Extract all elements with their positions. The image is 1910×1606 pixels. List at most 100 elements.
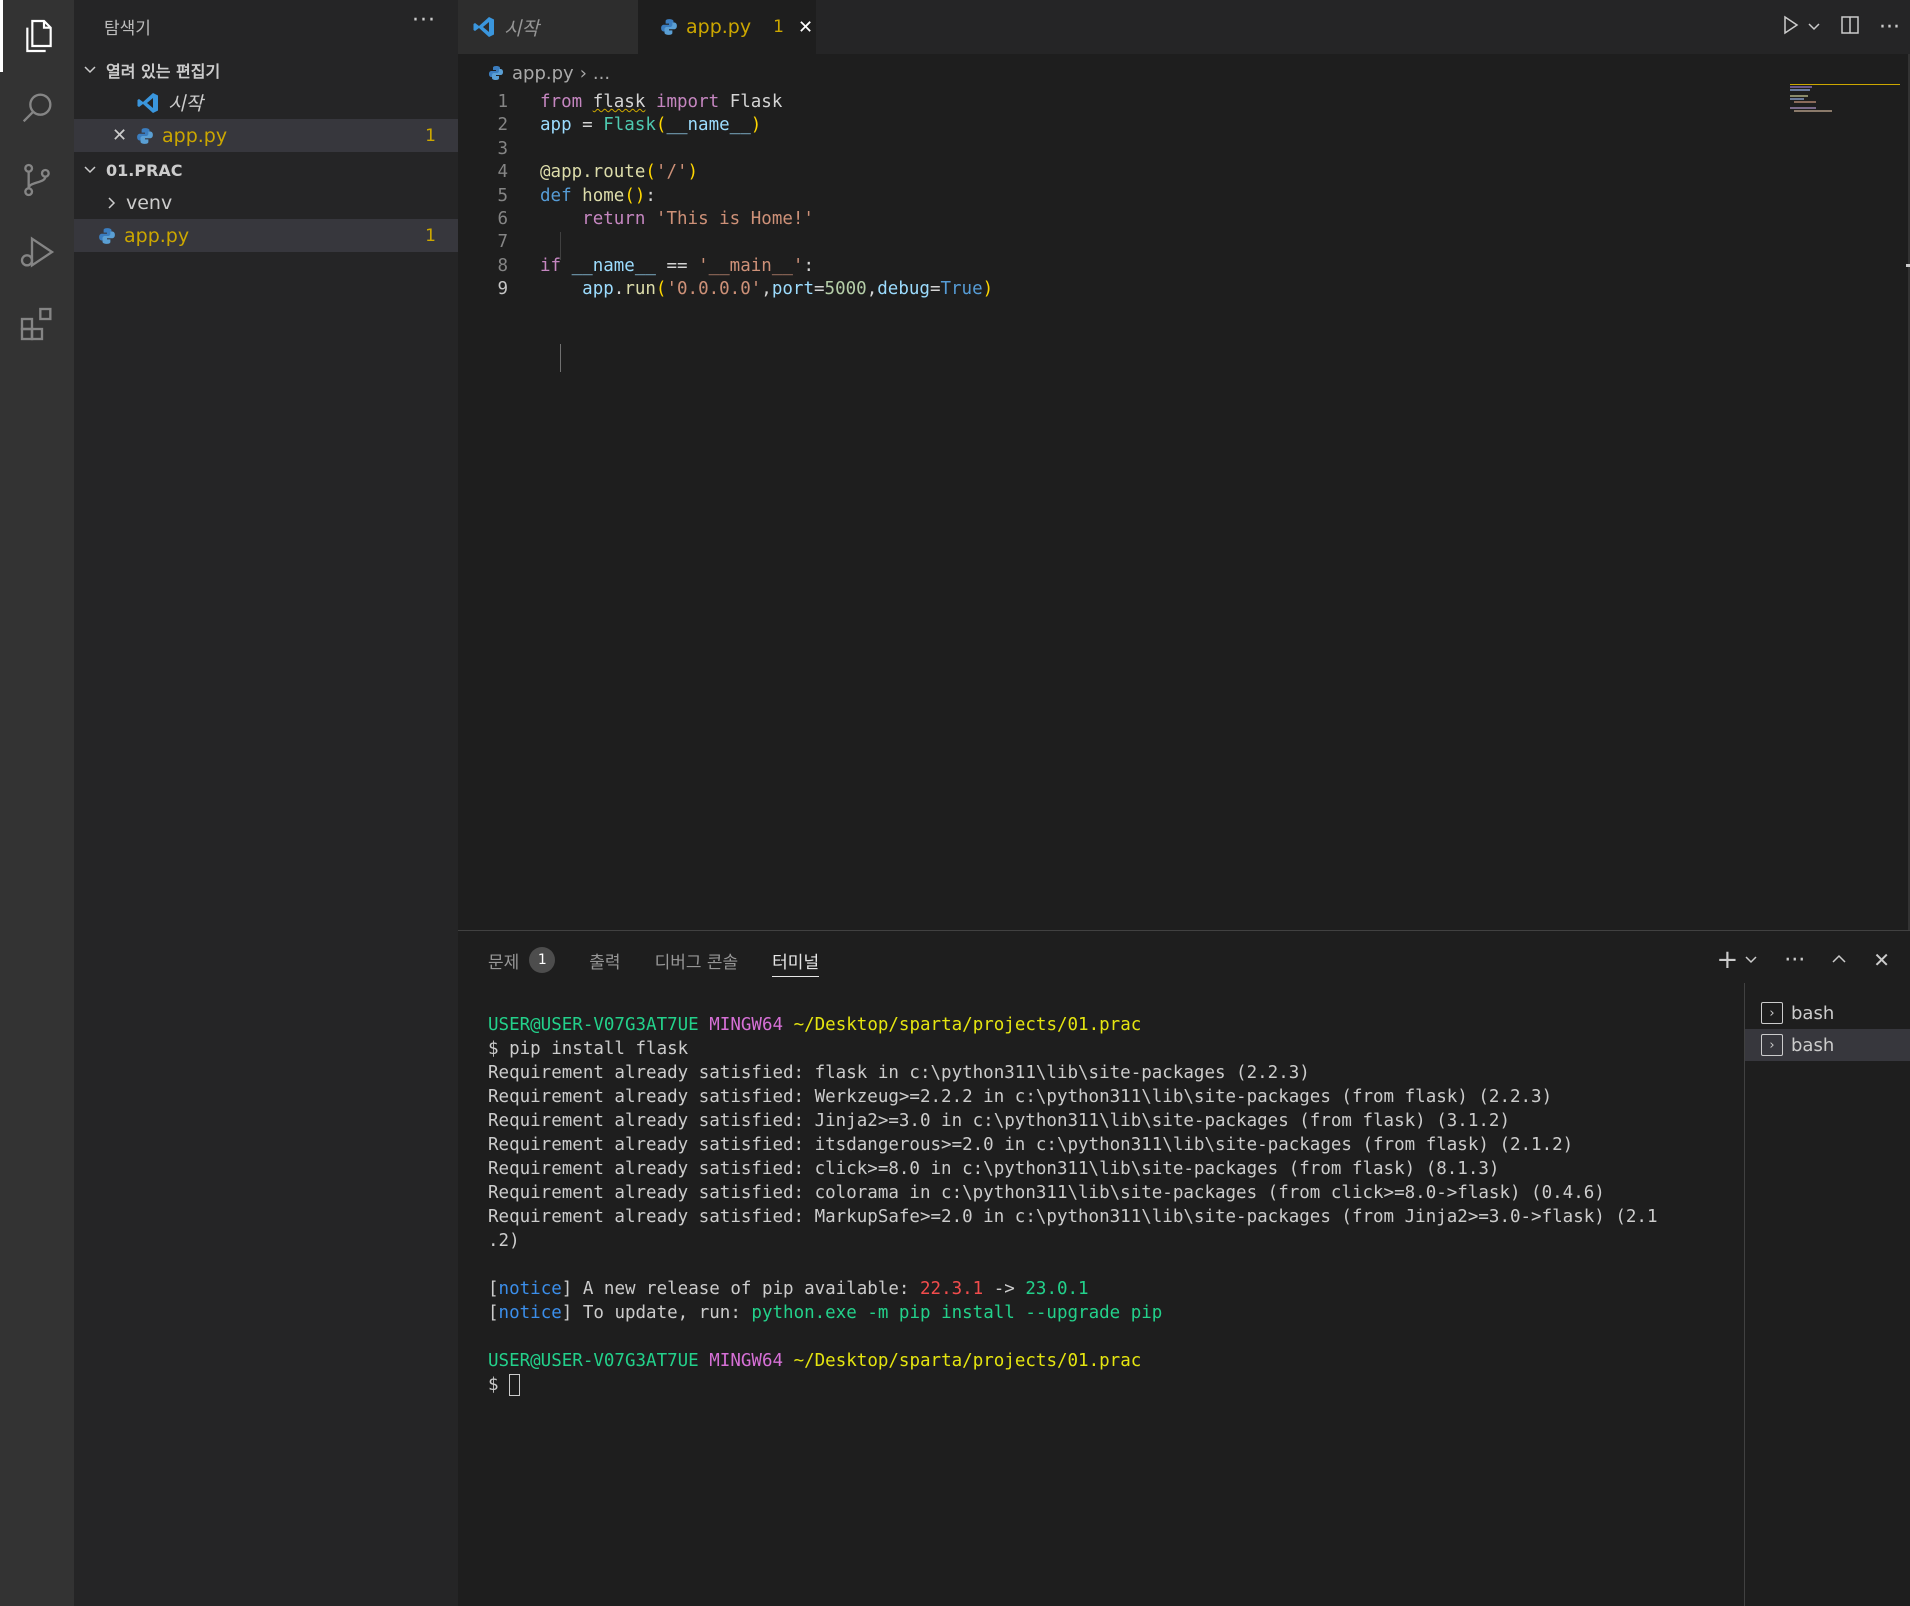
- folder-section[interactable]: 01.PRAC: [74, 154, 458, 186]
- run-file-icon[interactable]: [1779, 14, 1801, 41]
- terminal-line: [notice] To update, run: python.exe -m p…: [488, 1303, 1163, 1323]
- folder-header: 01.PRAC: [106, 160, 183, 180]
- breadcrumb-separator: ›: [579, 62, 587, 84]
- split-editor-icon[interactable]: [1839, 14, 1861, 41]
- chevron-down-icon: [74, 163, 106, 177]
- terminal-line: [notice] A new release of pip available:…: [488, 1279, 1089, 1299]
- terminal-line: Requirement already satisfied: click>=8.…: [488, 1159, 1500, 1179]
- source-control-icon[interactable]: [0, 144, 74, 216]
- tab-problems[interactable]: 문제 1: [488, 931, 556, 989]
- new-terminal-plus-icon[interactable]: +: [1716, 945, 1738, 975]
- explorer-icon[interactable]: [0, 0, 74, 72]
- editor-scrollbar[interactable]: [1898, 54, 1910, 930]
- python-file-icon: [99, 227, 115, 244]
- tab-label: 출력: [589, 952, 621, 973]
- tab-label: 디버그 콘솔: [654, 952, 739, 973]
- terminal-line: Requirement already satisfied: Jinja2>=3…: [488, 1111, 1510, 1131]
- python-file-icon: [137, 127, 153, 144]
- breadcrumb-symbol[interactable]: ...: [593, 63, 610, 84]
- terminal-line: Requirement already satisfied: colorama …: [488, 1183, 1605, 1203]
- terminal-item-bash[interactable]: › bash: [1745, 1029, 1910, 1061]
- line-number: 1: [497, 92, 508, 112]
- sidebar-more-button[interactable]: ···: [412, 8, 436, 33]
- panel-tabs: 문제 1 출력 디버그 콘솔 터미널: [488, 931, 819, 989]
- open-editor-item-app-py[interactable]: ✕ app.py 1: [74, 119, 458, 152]
- sidebar-title: 탐색기: [104, 19, 151, 39]
- tree-item-label: venv: [126, 191, 173, 214]
- open-editor-item-welcome[interactable]: 시작: [74, 86, 458, 119]
- tree-item-venv[interactable]: venv: [74, 186, 458, 219]
- problem-count-badge: 1: [425, 125, 436, 146]
- code-text: app = Flask(__name__): [540, 115, 762, 136]
- open-editor-label: 시작: [168, 93, 203, 115]
- chevron-right-icon: [104, 196, 126, 210]
- line-number: 9: [497, 279, 508, 300]
- terminal-line: USER@USER-V07G3AT7UE MINGW64 ~/Desktop/s…: [488, 1015, 1142, 1035]
- run-dropdown-chevron-icon[interactable]: [1807, 15, 1821, 39]
- terminal-line: Requirement already satisfied: flask in …: [488, 1063, 1310, 1083]
- more-actions-icon[interactable]: ···: [1879, 15, 1900, 40]
- tab-label: 문제: [488, 952, 520, 973]
- tab-app-py[interactable]: app.py 1 ✕: [638, 0, 816, 54]
- run-debug-icon[interactable]: [0, 216, 74, 288]
- tab-terminal[interactable]: 터미널: [772, 931, 819, 989]
- breadcrumb-file[interactable]: app.py: [512, 63, 574, 84]
- open-editor-label: app.py: [162, 124, 228, 147]
- tab-label: app.py: [686, 16, 752, 38]
- tree-item-label: app.py: [124, 224, 190, 247]
- vscode-logo-icon: [473, 17, 494, 37]
- extensions-icon[interactable]: [0, 288, 74, 360]
- search-icon[interactable]: [0, 72, 74, 144]
- tab-label: 터미널: [772, 952, 820, 973]
- tab-welcome[interactable]: 시작: [458, 0, 638, 54]
- terminal-line: .2): [488, 1231, 520, 1251]
- minimap[interactable]: [1790, 84, 1900, 114]
- code-line[interactable]: 9 app.run('0.0.0.0',port=5000,debug=True…: [458, 275, 1778, 303]
- open-editors-header: 열려 있는 편집기: [106, 62, 221, 81]
- problems-count-badge: 1: [529, 947, 556, 973]
- code-editor[interactable]: 1 from flask import Flask 2 app = Flask(__n…: [458, 88, 1910, 930]
- problem-count-badge: 1: [425, 225, 436, 246]
- tab-label: 시작: [504, 17, 539, 40]
- tab-problem-badge: 1: [773, 17, 784, 37]
- line-number: 2: [497, 115, 508, 136]
- close-panel-icon[interactable]: ✕: [1873, 948, 1890, 972]
- code-text: return 'This is Home!': [582, 209, 814, 229]
- terminal-icon: ›: [1761, 1034, 1783, 1056]
- maximize-panel-chevron-up-icon[interactable]: [1831, 948, 1847, 973]
- code-text: from flask import Flask: [540, 92, 783, 112]
- line-number: 4: [497, 162, 508, 183]
- tab-close-icon[interactable]: ✕: [798, 17, 813, 38]
- vscode-logo-icon: [137, 92, 158, 113]
- terminal-line: USER@USER-V07G3AT7UE MINGW64 ~/Desktop/s…: [488, 1351, 1142, 1371]
- python-file-icon: [661, 19, 677, 35]
- chevron-down-icon: [74, 63, 106, 77]
- open-editors-section[interactable]: 열려 있는 편집기: [74, 54, 458, 86]
- code-text: def home():: [540, 185, 656, 206]
- terminal-line: $: [488, 1373, 1748, 1397]
- editor-actions: ···: [1779, 0, 1900, 54]
- terminal-line: Requirement already satisfied: MarkupSaf…: [488, 1207, 1658, 1227]
- tree-item-app-py[interactable]: app.py 1: [74, 219, 458, 252]
- tab-debug-console[interactable]: 디버그 콘솔: [655, 931, 739, 989]
- terminal-item-bash[interactable]: › bash: [1745, 997, 1910, 1029]
- line-number: 6: [497, 209, 508, 229]
- terminal-output[interactable]: USER@USER-V07G3AT7UE MINGW64 ~/Desktop/s…: [488, 1013, 1748, 1397]
- line-number: 8: [497, 255, 508, 276]
- bottom-panel: 문제 1 출력 디버그 콘솔 터미널 + ··· ✕ USER@USER-V07…: [458, 930, 1910, 1606]
- editor-tab-bar: 시작 app.py 1 ✕ ···: [458, 0, 1910, 54]
- close-icon[interactable]: ✕: [112, 125, 136, 146]
- terminal-cursor: [509, 1374, 521, 1396]
- terminal-dropdown-chevron-icon[interactable]: [1744, 948, 1758, 973]
- code-text: if __name__ == '__main__':: [540, 255, 814, 276]
- terminal-label: bash: [1791, 1002, 1835, 1024]
- terminal-label: bash: [1791, 1034, 1835, 1056]
- explorer-sidebar: 탐색기 ··· 열려 있는 편집기 시작 ✕ app.py 1 01.PRAC …: [74, 0, 458, 1606]
- more-actions-icon[interactable]: ···: [1784, 948, 1805, 973]
- line-number: 7: [497, 232, 508, 253]
- tab-output[interactable]: 출력: [589, 931, 620, 989]
- terminal-line: Requirement already satisfied: Werkzeug>…: [488, 1087, 1553, 1107]
- code-text: @app.route('/'): [540, 162, 699, 183]
- python-file-icon: [489, 66, 503, 80]
